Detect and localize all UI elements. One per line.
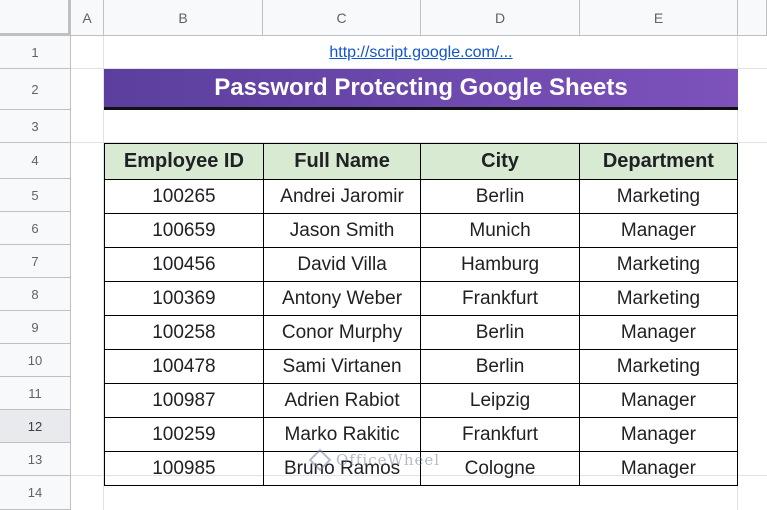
table-row: 100456 David Villa Hamburg Marketing xyxy=(104,247,739,282)
cell-employee-id[interactable]: 100258 xyxy=(104,315,264,350)
column-header-f[interactable] xyxy=(738,0,767,36)
cell-full-name[interactable]: Conor Murphy xyxy=(262,315,422,350)
cell-department[interactable]: Manager xyxy=(578,315,739,350)
cell-employee-id[interactable]: 100265 xyxy=(104,179,264,214)
cell-full-name[interactable]: Andrei Jaromir xyxy=(262,179,422,214)
table-row: 100659 Jason Smith Munich Manager xyxy=(104,213,739,248)
cell-city[interactable]: Berlin xyxy=(420,349,580,384)
cell-employee-id[interactable]: 100987 xyxy=(104,383,264,418)
watermark-text: OfficeWheel xyxy=(336,451,441,469)
cell-employee-id[interactable]: 100478 xyxy=(104,349,264,384)
cell-department[interactable]: Marketing xyxy=(578,349,739,384)
cell-full-name[interactable]: Marko Rakitic xyxy=(262,417,422,452)
cell-city[interactable]: Frankfurt xyxy=(420,281,580,316)
table-header-row: Employee ID Full Name City Department xyxy=(104,143,739,180)
script-link[interactable]: http://script.google.com/... xyxy=(104,36,738,69)
row-header-1[interactable]: 1 xyxy=(0,36,71,69)
header-city[interactable]: City xyxy=(420,143,580,180)
table-row: 100265 Andrei Jaromir Berlin Marketing xyxy=(104,179,739,214)
select-all-corner[interactable] xyxy=(0,0,71,36)
row-header-12[interactable]: 12 xyxy=(0,410,71,443)
column-header-c[interactable]: C xyxy=(263,0,421,36)
cell-full-name[interactable]: Adrien Rabiot xyxy=(262,383,422,418)
column-header-d[interactable]: D xyxy=(421,0,580,36)
cell-full-name[interactable]: David Villa xyxy=(262,247,422,282)
row-header-5[interactable]: 5 xyxy=(0,179,71,212)
page-title: Password Protecting Google Sheets xyxy=(104,69,738,110)
cell-department[interactable]: Marketing xyxy=(578,281,739,316)
cell-employee-id[interactable]: 100659 xyxy=(104,213,264,248)
cell-city[interactable]: Berlin xyxy=(420,179,580,214)
cell-full-name[interactable]: Sami Virtanen xyxy=(262,349,422,384)
cell-department[interactable]: Manager xyxy=(578,417,739,452)
row-header-14[interactable]: 14 xyxy=(0,476,71,510)
cell-employee-id[interactable]: 100985 xyxy=(104,451,264,486)
row-header-8[interactable]: 8 xyxy=(0,278,71,311)
cell-city[interactable]: Munich xyxy=(420,213,580,248)
row-header-2[interactable]: 2 xyxy=(0,69,71,110)
cell-full-name[interactable]: Jason Smith xyxy=(262,213,422,248)
watermark: OfficeWheel xyxy=(308,448,441,472)
row-header-9[interactable]: 9 xyxy=(0,311,71,344)
cell-employee-id[interactable]: 100369 xyxy=(104,281,264,316)
table-row: 100987 Adrien Rabiot Leipzig Manager xyxy=(104,383,739,418)
cell-city[interactable]: Frankfurt xyxy=(420,417,580,452)
table-row: 100369 Antony Weber Frankfurt Marketing xyxy=(104,281,739,316)
header-full-name[interactable]: Full Name xyxy=(262,143,422,180)
officewheel-logo-icon xyxy=(308,448,332,472)
cell-city[interactable]: Berlin xyxy=(420,315,580,350)
cell-full-name[interactable]: Antony Weber xyxy=(262,281,422,316)
column-header-e[interactable]: E xyxy=(580,0,738,36)
header-employee-id[interactable]: Employee ID xyxy=(104,143,264,180)
row-header-11[interactable]: 11 xyxy=(0,377,71,410)
column-header-b[interactable]: B xyxy=(104,0,263,36)
cell-department[interactable]: Manager xyxy=(578,451,739,486)
header-department[interactable]: Department xyxy=(578,143,739,180)
cell-department[interactable]: Manager xyxy=(578,213,739,248)
table-row: 100258 Conor Murphy Berlin Manager xyxy=(104,315,739,350)
cell-department[interactable]: Manager xyxy=(578,383,739,418)
row-header-10[interactable]: 10 xyxy=(0,344,71,377)
table-row: 100478 Sami Virtanen Berlin Marketing xyxy=(104,349,739,384)
column-header-a[interactable]: A xyxy=(71,0,104,36)
row-header-3[interactable]: 3 xyxy=(0,110,71,143)
row-header-4[interactable]: 4 xyxy=(0,143,71,179)
cell-city[interactable]: Cologne xyxy=(420,451,580,486)
row-header-13[interactable]: 13 xyxy=(0,443,71,476)
cell-city[interactable]: Leipzig xyxy=(420,383,580,418)
table-row: 100259 Marko Rakitic Frankfurt Manager xyxy=(104,417,739,452)
cell-department[interactable]: Marketing xyxy=(578,247,739,282)
cell-city[interactable]: Hamburg xyxy=(420,247,580,282)
employee-table: Employee ID Full Name City Department 10… xyxy=(104,143,739,486)
cell-department[interactable]: Marketing xyxy=(578,179,739,214)
row-header-6[interactable]: 6 xyxy=(0,212,71,245)
cell-employee-id[interactable]: 100456 xyxy=(104,247,264,282)
cell-employee-id[interactable]: 100259 xyxy=(104,417,264,452)
row-header-7[interactable]: 7 xyxy=(0,245,71,278)
